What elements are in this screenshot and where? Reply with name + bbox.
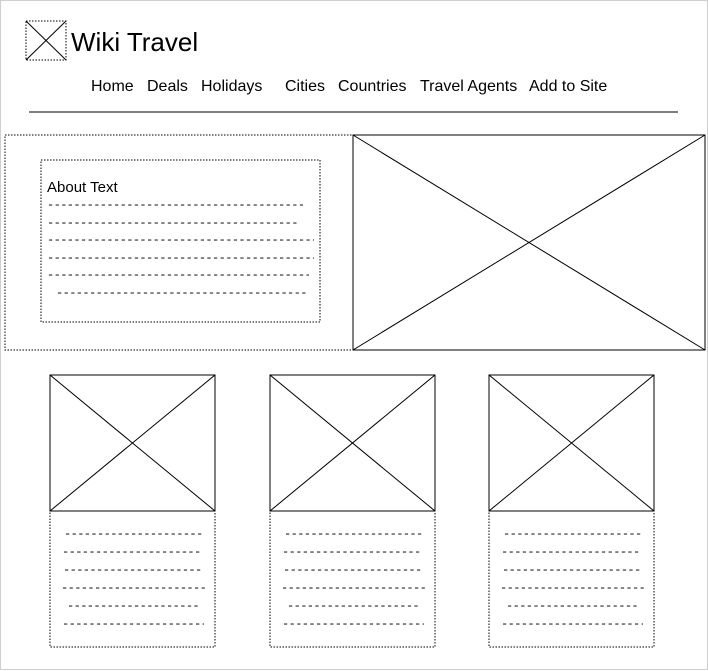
card-2-text-line: ----------------------------------------… [287,600,419,612]
card-3-text-line: ----------------------------------------… [503,528,641,540]
nav-travel-agents[interactable]: Travel Agents [420,79,517,95]
about-text-line: ----------------------------------------… [47,234,314,246]
about-text-line: ----------------------------------------… [56,287,306,299]
card-1-text-line: ----------------------------------------… [67,600,199,612]
card-3-text-line: ----------------------------------------… [501,618,643,630]
card-2-text-line: ----------------------------------------… [284,528,422,540]
nav-countries[interactable]: Countries [338,79,406,95]
wireframe-page: Wiki Travel Home Deals Holidays Cities C… [0,0,708,670]
about-heading: About Text [47,179,118,196]
nav-cities[interactable]: Cities [285,79,325,95]
card-2-text-line: ----------------------------------------… [282,618,424,630]
site-title: Wiki Travel [71,27,199,57]
about-text-line: ----------------------------------------… [47,269,309,281]
card-3-text-line: ----------------------------------------… [506,600,638,612]
about-text-line: ----------------------------------------… [47,217,297,229]
card-1-text-line: ----------------------------------------… [64,528,202,540]
hero-image-placeholder [352,134,706,351]
about-text-line: ----------------------------------------… [47,199,303,211]
card-3-text-line: ----------------------------------------… [500,582,644,594]
about-text-line: ----------------------------------------… [47,252,314,264]
card-1-text-line: ----------------------------------------… [61,582,205,594]
nav-add-to-site[interactable]: Add to Site [529,79,607,95]
card-1-text-line: ----------------------------------------… [62,546,202,558]
nav-holidays[interactable]: Holidays [201,79,262,95]
card-3-text-line: ----------------------------------------… [502,564,640,576]
logo-placeholder [25,20,67,61]
card-1-text-line: ----------------------------------------… [63,564,201,576]
card-2-text-line: ----------------------------------------… [281,582,425,594]
card-3-text-line: ----------------------------------------… [501,546,641,558]
nav-home[interactable]: Home [91,79,134,95]
card-2-text-line: ----------------------------------------… [282,546,422,558]
card-2-text-line: ----------------------------------------… [283,564,421,576]
card-1-text-line: ----------------------------------------… [62,618,204,630]
nav-deals[interactable]: Deals [147,79,188,95]
